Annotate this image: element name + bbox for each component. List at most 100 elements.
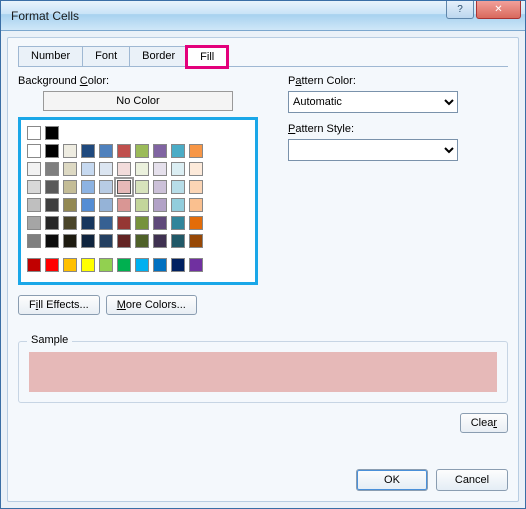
color-swatch[interactable] [117, 180, 131, 194]
color-swatch[interactable] [99, 162, 113, 176]
color-swatch[interactable] [171, 180, 185, 194]
color-swatch[interactable] [81, 144, 95, 158]
dialog-body: NumberFontBorderFill Background Color: N… [7, 37, 519, 502]
pattern-style-combo[interactable] [288, 139, 458, 161]
color-swatch[interactable] [153, 216, 167, 230]
color-swatch[interactable] [135, 216, 149, 230]
color-swatch[interactable] [153, 234, 167, 248]
color-swatch[interactable] [135, 258, 149, 272]
color-swatch[interactable] [45, 234, 59, 248]
color-swatch[interactable] [81, 180, 95, 194]
more-colors-button[interactable]: More Colors... [106, 295, 197, 315]
color-swatch[interactable] [117, 216, 131, 230]
color-swatch[interactable] [63, 216, 77, 230]
color-swatch[interactable] [189, 234, 203, 248]
pattern-style-label: Pattern Style: [288, 123, 508, 135]
color-swatch[interactable] [63, 162, 77, 176]
color-swatch[interactable] [171, 234, 185, 248]
close-button[interactable]: ✕ [476, 1, 521, 19]
color-swatch[interactable] [189, 144, 203, 158]
color-swatch[interactable] [63, 180, 77, 194]
color-swatch[interactable] [45, 180, 59, 194]
help-button[interactable]: ? [446, 1, 474, 19]
color-swatch[interactable] [171, 144, 185, 158]
color-swatch[interactable] [81, 198, 95, 212]
tab-font[interactable]: Font [82, 46, 130, 66]
color-swatch[interactable] [27, 180, 41, 194]
ok-button[interactable]: OK [356, 469, 428, 491]
color-swatch[interactable] [63, 258, 77, 272]
color-swatch[interactable] [135, 234, 149, 248]
color-swatch[interactable] [27, 162, 41, 176]
color-swatch[interactable] [99, 234, 113, 248]
color-swatch[interactable] [171, 162, 185, 176]
color-swatch[interactable] [153, 258, 167, 272]
tab-border[interactable]: Border [129, 46, 188, 66]
color-swatch[interactable] [135, 198, 149, 212]
color-swatch[interactable] [171, 258, 185, 272]
color-swatch[interactable] [135, 162, 149, 176]
color-swatch[interactable] [81, 258, 95, 272]
tab-fill[interactable]: Fill [187, 47, 227, 67]
clear-button[interactable]: Clear [460, 413, 508, 433]
color-swatch[interactable] [189, 258, 203, 272]
color-swatch[interactable] [27, 216, 41, 230]
color-swatch[interactable] [63, 234, 77, 248]
color-swatch[interactable] [63, 144, 77, 158]
color-swatch[interactable] [99, 144, 113, 158]
color-swatch[interactable] [135, 144, 149, 158]
tab-number[interactable]: Number [18, 46, 83, 66]
color-swatch[interactable] [27, 198, 41, 212]
color-swatch[interactable] [45, 258, 59, 272]
titlebar: Format Cells ? ✕ [1, 1, 525, 31]
format-cells-dialog: Format Cells ? ✕ NumberFontBorderFill Ba… [0, 0, 526, 509]
color-swatch[interactable] [27, 234, 41, 248]
color-swatch[interactable] [117, 144, 131, 158]
color-swatch[interactable] [45, 216, 59, 230]
color-palette [18, 117, 258, 285]
color-swatch[interactable] [81, 234, 95, 248]
color-swatch[interactable] [117, 258, 131, 272]
color-swatch[interactable] [117, 234, 131, 248]
fill-effects-button[interactable]: Fill Effects... [18, 295, 100, 315]
pattern-style-block: Pattern Style: [288, 123, 508, 161]
color-swatch[interactable] [153, 144, 167, 158]
color-swatch[interactable] [63, 198, 77, 212]
color-swatch[interactable] [99, 216, 113, 230]
color-swatch[interactable] [27, 144, 41, 158]
color-swatch[interactable] [153, 180, 167, 194]
color-swatch[interactable] [135, 180, 149, 194]
no-color-button[interactable]: No Color [43, 91, 233, 111]
color-swatch[interactable] [99, 258, 113, 272]
color-swatch[interactable] [45, 162, 59, 176]
color-swatch[interactable] [45, 126, 59, 140]
pattern-color-combo[interactable]: Automatic [288, 91, 458, 113]
color-swatch[interactable] [153, 162, 167, 176]
color-swatch[interactable] [81, 216, 95, 230]
tab-bar: NumberFontBorderFill [18, 46, 508, 67]
color-swatch[interactable] [27, 126, 41, 140]
sample-color-preview [29, 352, 497, 392]
color-swatch[interactable] [81, 162, 95, 176]
color-swatch[interactable] [189, 198, 203, 212]
color-swatch[interactable] [99, 180, 113, 194]
color-swatch[interactable] [171, 198, 185, 212]
color-swatch[interactable] [99, 198, 113, 212]
dialog-footer: OK Cancel [18, 459, 508, 491]
color-swatch[interactable] [189, 216, 203, 230]
sample-group: Sample [18, 341, 508, 403]
window-title: Format Cells [11, 9, 79, 23]
cancel-button[interactable]: Cancel [436, 469, 508, 491]
color-swatch[interactable] [45, 144, 59, 158]
color-swatch[interactable] [189, 180, 203, 194]
color-swatch[interactable] [117, 198, 131, 212]
color-swatch[interactable] [27, 258, 41, 272]
palette-buttons: Fill Effects... More Colors... [18, 295, 258, 315]
color-swatch[interactable] [45, 198, 59, 212]
color-swatch[interactable] [117, 162, 131, 176]
color-swatch[interactable] [189, 162, 203, 176]
color-swatch[interactable] [153, 198, 167, 212]
color-swatch[interactable] [171, 216, 185, 230]
pattern-color-block: Pattern Color: Automatic [288, 75, 508, 113]
bgcolor-label: Background Color: [18, 75, 258, 87]
